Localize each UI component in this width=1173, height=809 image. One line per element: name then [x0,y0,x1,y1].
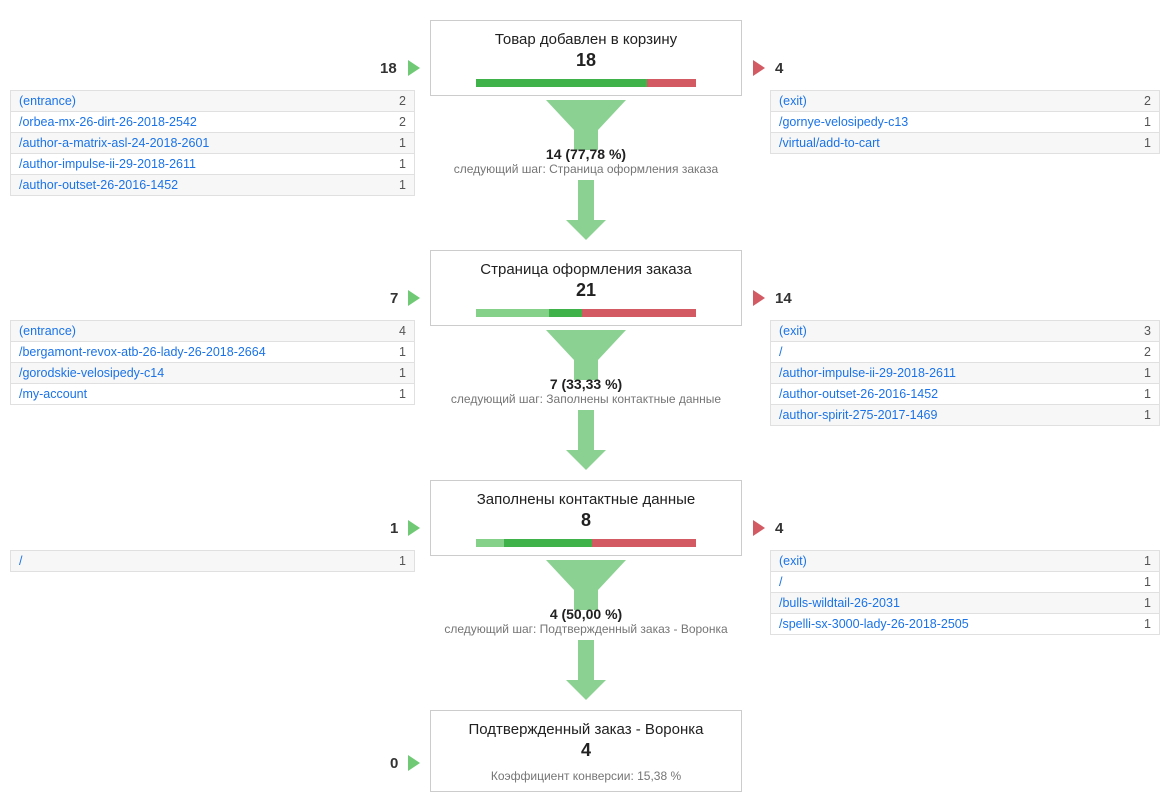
funnel-step-3: Заполнены контактные данные 8 [430,480,742,556]
arrow-in-icon [408,290,420,306]
step-1-exits-count: 4 [775,60,783,77]
table-row[interactable]: (exit)3 [771,321,1159,342]
path-link[interactable]: / [779,345,782,359]
step-title: Товар добавлен в корзину [443,31,729,48]
step-count: 21 [443,280,729,301]
step-title: Страница оформления заказа [443,261,729,278]
table-row[interactable]: /1 [11,551,414,571]
table-row[interactable]: (entrance)4 [11,321,414,342]
path-link[interactable]: /author-impulse-ii-29-2018-2611 [19,157,196,171]
connector-label: 14 (77,78 %) [430,146,742,162]
step-2-exits-table: (exit)3 /2 /author-impulse-ii-29-2018-26… [770,320,1160,426]
table-row[interactable]: /my-account1 [11,384,414,404]
conversion-rate-label: Коэффициент конверсии: 15,38 % [443,769,729,783]
step-3-exits-count: 4 [775,520,783,537]
table-row[interactable]: (exit)1 [771,551,1159,572]
path-link[interactable]: /virtual/add-to-cart [779,136,880,150]
step-1-exits-table: (exit)2 /gornye-velosipedy-c131 /virtual… [770,90,1160,154]
table-row[interactable]: /author-outset-26-2016-14521 [771,384,1159,405]
connector-label: 4 (50,00 %) [430,606,742,622]
arrow-in-icon [408,60,420,76]
step-2-entrances-count: 7 [390,290,398,307]
step-4-entrances-count: 0 [390,755,398,772]
path-link[interactable]: /author-outset-26-2016-1452 [19,178,178,192]
table-row[interactable]: /author-impulse-ii-29-2018-26111 [771,363,1159,384]
connector-sublabel: следующий шаг: Подтвержденный заказ - Во… [430,622,742,636]
step-2-exits-count: 14 [775,290,792,307]
step-3-exits-table: (exit)1 /1 /bulls-wildtail-26-20311 /spe… [770,550,1160,635]
path-link[interactable]: /author-a-matrix-asl-24-2018-2601 [19,136,209,150]
funnel-connector-1: 14 (77,78 %) следующий шаг: Страница офо… [430,100,742,240]
funnel-connector-2: 7 (33,33 %) следующий шаг: Заполнены кон… [430,330,742,470]
table-row[interactable]: /author-a-matrix-asl-24-2018-26011 [11,133,414,154]
path-link[interactable]: /spelli-sx-3000-lady-26-2018-2505 [779,617,969,631]
arrow-out-icon [753,520,765,536]
step-progress-bar [476,309,696,317]
step-count: 8 [443,510,729,531]
table-row[interactable]: /bulls-wildtail-26-20311 [771,593,1159,614]
arrow-in-icon [408,520,420,536]
step-title: Подтвержденный заказ - Воронка [443,721,729,738]
table-row[interactable]: /author-spirit-275-2017-14691 [771,405,1159,425]
path-link[interactable]: (entrance) [19,324,76,338]
path-link[interactable]: /my-account [19,387,87,401]
arrow-in-icon [408,755,420,771]
step-2-entrances-table: (entrance)4 /bergamont-revox-atb-26-lady… [10,320,415,405]
table-row[interactable]: /orbea-mx-26-dirt-26-2018-25422 [11,112,414,133]
step-1-entrances-table: (entrance)2 /orbea-mx-26-dirt-26-2018-25… [10,90,415,196]
step-3-entrances-table: /1 [10,550,415,572]
step-title: Заполнены контактные данные [443,491,729,508]
path-link[interactable]: (entrance) [19,94,76,108]
path-link[interactable]: /orbea-mx-26-dirt-26-2018-2542 [19,115,197,129]
path-link[interactable]: (exit) [779,94,807,108]
step-count: 4 [443,740,729,761]
path-link[interactable]: (exit) [779,324,807,338]
arrow-out-icon [753,60,765,76]
funnel-step-2: Страница оформления заказа 21 [430,250,742,326]
step-progress-bar [476,539,696,547]
path-link[interactable]: /author-impulse-ii-29-2018-2611 [779,366,956,380]
step-progress-bar [476,79,696,87]
connector-sublabel: следующий шаг: Заполнены контактные данн… [430,392,742,406]
path-link[interactable]: /gorodskie-velosipedy-c14 [19,366,164,380]
table-row[interactable]: /gorodskie-velosipedy-c141 [11,363,414,384]
path-link[interactable]: / [779,575,782,589]
arrow-out-icon [753,290,765,306]
path-link[interactable]: / [19,554,22,568]
step-3-entrances-count: 1 [390,520,398,537]
connector-sublabel: следующий шаг: Страница оформления заказ… [430,162,742,176]
path-link[interactable]: /gornye-velosipedy-c13 [779,115,908,129]
table-row[interactable]: /author-impulse-ii-29-2018-26111 [11,154,414,175]
table-row[interactable]: /virtual/add-to-cart1 [771,133,1159,153]
step-1-entrances-count: 18 [380,60,397,77]
table-row[interactable]: /author-outset-26-2016-14521 [11,175,414,195]
table-row[interactable]: /1 [771,572,1159,593]
path-link[interactable]: /bulls-wildtail-26-2031 [779,596,900,610]
table-row[interactable]: (entrance)2 [11,91,414,112]
path-link[interactable]: /author-spirit-275-2017-1469 [779,408,937,422]
path-link[interactable]: /author-outset-26-2016-1452 [779,387,938,401]
connector-label: 7 (33,33 %) [430,376,742,392]
table-row[interactable]: /bergamont-revox-atb-26-lady-26-2018-266… [11,342,414,363]
funnel-connector-3: 4 (50,00 %) следующий шаг: Подтвержденны… [430,560,742,700]
table-row[interactable]: (exit)2 [771,91,1159,112]
table-row[interactable]: /gornye-velosipedy-c131 [771,112,1159,133]
table-row[interactable]: /2 [771,342,1159,363]
path-link[interactable]: (exit) [779,554,807,568]
path-link[interactable]: /bergamont-revox-atb-26-lady-26-2018-266… [19,345,266,359]
step-count: 18 [443,50,729,71]
funnel-step-4: Подтвержденный заказ - Воронка 4 Коэффиц… [430,710,742,792]
funnel-step-1: Товар добавлен в корзину 18 [430,20,742,96]
table-row[interactable]: /spelli-sx-3000-lady-26-2018-25051 [771,614,1159,634]
